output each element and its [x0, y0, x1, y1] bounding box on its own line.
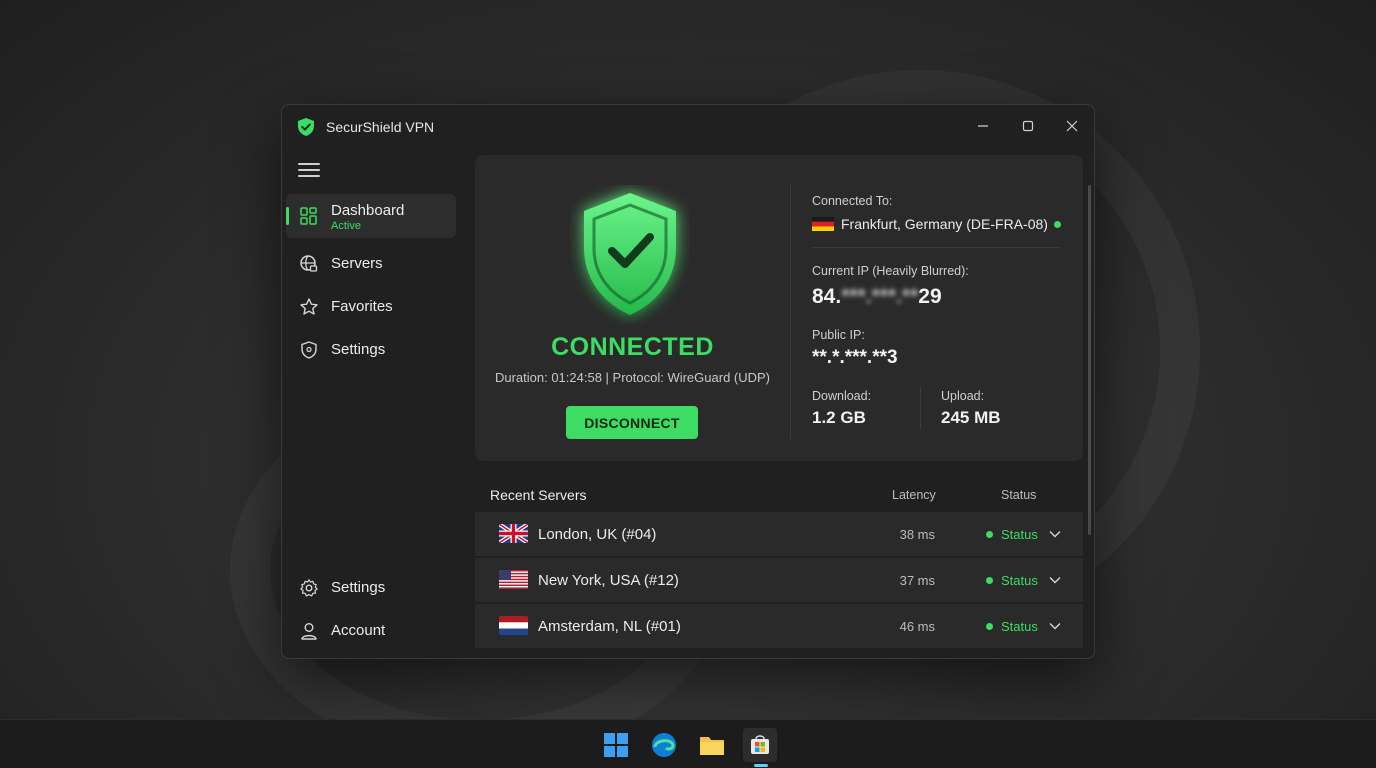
sidebar-item-label: Dashboard: [331, 202, 405, 219]
server-name: London, UK (#04): [538, 526, 657, 543]
connected-to-label: Connected To:: [812, 194, 893, 208]
scrollbar[interactable]: [1088, 185, 1091, 535]
shield-check-icon: [584, 193, 676, 315]
nl-flag-icon: [499, 616, 528, 635]
minimize-button[interactable]: [965, 113, 1001, 139]
connection-panel: CONNECTED Duration: 01:24:58 | Protocol:…: [475, 155, 1083, 461]
shield-icon: [301, 341, 317, 359]
hamburger-menu-icon[interactable]: [298, 163, 320, 179]
sidebar-item-label: Servers: [331, 255, 383, 272]
latency-column-header: Latency: [892, 488, 936, 502]
close-button[interactable]: [1054, 113, 1090, 139]
public-ip-label: Public IP:: [812, 328, 865, 342]
disconnect-button[interactable]: DISCONNECT: [566, 406, 698, 439]
active-indicator: [286, 207, 289, 225]
close-icon: [1066, 120, 1078, 132]
dashboard-icon: [300, 207, 317, 225]
windows-start-button[interactable]: [599, 728, 633, 762]
current-ip-value: 84.***.***.**29: [812, 285, 942, 309]
sidebar-item-label: Account: [331, 622, 386, 639]
server-latency: 46 ms: [899, 619, 935, 634]
sidebar-item-favorites[interactable]: Favorites: [286, 285, 456, 329]
globe-lock-icon: [300, 255, 318, 272]
server-status: Status: [1001, 573, 1038, 588]
sidebar-item-settings-bottom[interactable]: Settings: [286, 566, 456, 610]
current-ip-suffix: 29: [918, 285, 942, 308]
download-value: 1.2 GB: [812, 408, 866, 427]
connection-status: CONNECTED: [551, 333, 714, 361]
file-explorer-icon: [700, 737, 724, 755]
download-label: Download:: [812, 389, 872, 403]
app-shield-icon: [298, 118, 314, 136]
server-name: New York, USA (#12): [538, 572, 679, 589]
recent-servers-title: Recent Servers: [490, 487, 587, 503]
current-ip-prefix: 84.: [812, 285, 842, 308]
sidebar-item-label: Favorites: [331, 298, 393, 315]
server-row[interactable]: London, UK (#04) 38 ms Status: [475, 512, 1083, 557]
connection-duration-protocol: Duration: 01:24:58 | Protocol: WireGuard…: [494, 370, 771, 385]
connected-location: Frankfurt, Germany (DE-FRA-08): [841, 216, 1048, 232]
server-row[interactable]: New York, USA (#12) 37 ms Status: [475, 558, 1083, 603]
info-divider: [812, 247, 1060, 248]
chevron-down-icon[interactable]: [1048, 573, 1062, 587]
sidebar-item-servers[interactable]: Servers: [286, 242, 456, 286]
stats-divider: [920, 387, 921, 429]
server-status: Status: [1001, 527, 1038, 542]
panel-divider: [790, 183, 791, 439]
uk-flag-icon: [499, 524, 528, 543]
user-icon: [301, 623, 317, 640]
gear-icon: [300, 579, 318, 597]
minimize-icon: [978, 125, 988, 127]
sidebar-item-label: Settings: [331, 341, 386, 358]
server-latency: 37 ms: [899, 573, 935, 588]
active-app-indicator: [754, 764, 768, 767]
chevron-down-icon[interactable]: [1048, 619, 1062, 633]
server-status: Status: [1001, 619, 1038, 634]
title-bar: SecurShield VPN: [282, 105, 1094, 147]
app-title: SecurShield VPN: [326, 119, 435, 135]
maximize-icon: [1022, 120, 1034, 132]
windows-start-icon: [604, 733, 628, 757]
status-dot: [986, 623, 993, 630]
connected-shield: [570, 185, 690, 325]
upload-value: 245 MB: [941, 408, 1001, 427]
status-dot: [986, 577, 993, 584]
sidebar-item-sublabel: Active: [331, 220, 361, 232]
sidebar-item-label: Settings: [331, 579, 386, 596]
taskbar: [0, 719, 1376, 768]
germany-flag-icon: [812, 217, 834, 231]
server-latency: 38 ms: [899, 527, 935, 542]
upload-label: Upload:: [941, 389, 985, 403]
connection-status-dot: [1054, 221, 1061, 228]
maximize-button[interactable]: [1010, 113, 1046, 139]
store-button[interactable]: [743, 728, 777, 762]
chevron-down-icon[interactable]: [1048, 527, 1062, 541]
current-ip-label: Current IP (Heavily Blurred):: [812, 264, 969, 278]
status-column-header: Status: [1001, 488, 1037, 502]
vpn-app-window: SecurShield VPN Dashboard Active Servers: [281, 104, 1095, 659]
public-ip-value: **.*.***.**3: [812, 347, 898, 368]
status-dot: [986, 531, 993, 538]
sidebar-item-account[interactable]: Account: [286, 609, 456, 653]
sidebar-item-dashboard[interactable]: Dashboard Active: [286, 194, 456, 238]
server-row[interactable]: Amsterdam, NL (#01) 46 ms Status: [475, 604, 1083, 649]
file-explorer-button[interactable]: [695, 728, 729, 762]
store-icon: [751, 735, 769, 754]
star-icon: [300, 298, 318, 315]
current-ip-blurred: ***.***.**: [841, 285, 919, 308]
server-name: Amsterdam, NL (#01): [538, 618, 681, 635]
edge-browser-icon: [652, 733, 676, 757]
sidebar-item-settings[interactable]: Settings: [286, 328, 456, 372]
us-flag-icon: [499, 570, 528, 589]
edge-browser-button[interactable]: [647, 728, 681, 762]
